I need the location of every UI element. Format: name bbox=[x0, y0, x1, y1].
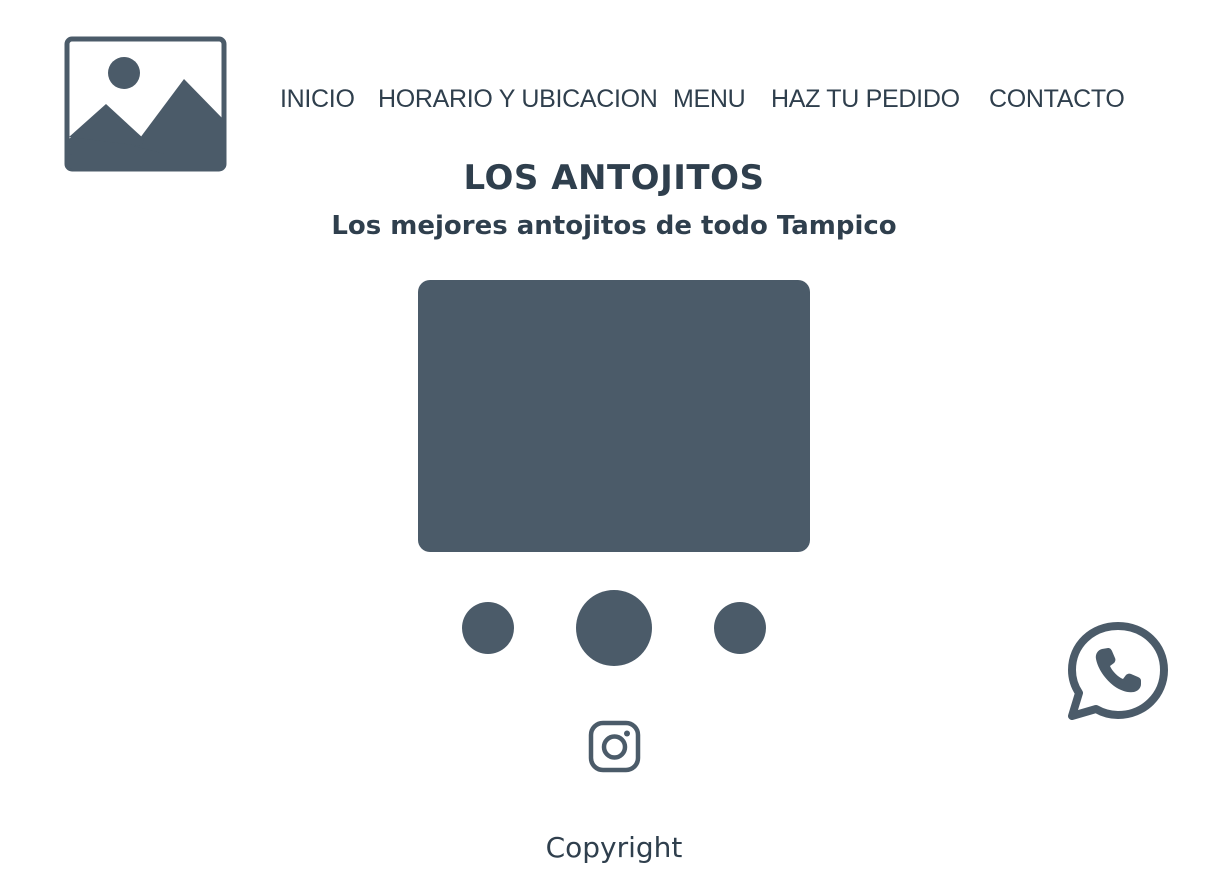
carousel-dot-2-active[interactable] bbox=[576, 590, 652, 666]
page-title: LOS ANTOJITOS bbox=[463, 158, 765, 198]
page-subtitle: Los mejores antojitos de todo Tampico bbox=[331, 211, 897, 241]
main-nav: INICIO HORARIO Y UBICACION MENU HAZ TU P… bbox=[0, 83, 1228, 115]
copyright-text: Copyright bbox=[545, 831, 683, 864]
nav-item-haz-tu-pedido[interactable]: HAZ TU PEDIDO bbox=[771, 83, 960, 115]
hero-image-placeholder bbox=[418, 280, 810, 552]
nav-item-menu[interactable]: MENU bbox=[673, 83, 746, 115]
nav-item-contacto[interactable]: CONTACTO bbox=[989, 83, 1125, 115]
whatsapp-icon[interactable] bbox=[1068, 622, 1168, 720]
carousel-dot-3[interactable] bbox=[714, 602, 766, 654]
instagram-icon[interactable] bbox=[588, 720, 641, 773]
nav-item-horario-y-ubicacion[interactable]: HORARIO Y UBICACION bbox=[378, 83, 658, 115]
nav-item-inicio[interactable]: INICIO bbox=[280, 83, 355, 115]
carousel-dot-1[interactable] bbox=[462, 602, 514, 654]
